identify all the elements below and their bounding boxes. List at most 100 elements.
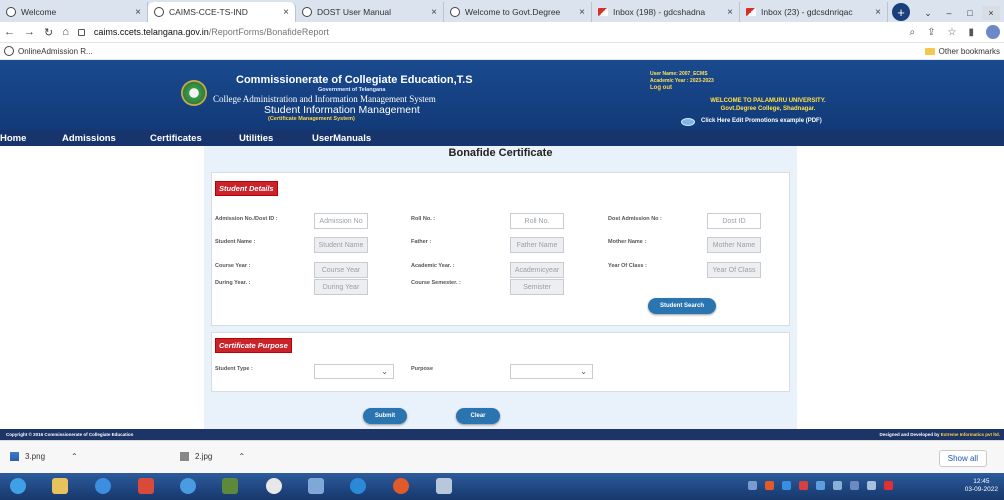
promotions-pdf-link[interactable]: Click Here Edit Promotions example (PDF) [701,118,822,124]
show-all-button[interactable]: Show all [938,450,987,467]
close-tab-icon[interactable]: × [727,7,733,18]
close-tab-icon[interactable]: × [431,7,437,18]
tray-icon[interactable] [782,481,791,490]
tray-icon[interactable] [765,481,774,490]
home-icon[interactable]: ⌂ [62,26,69,38]
chevron-up-icon[interactable]: ⌃ [71,452,78,461]
address-bar[interactable]: caims.ccets.telangana.gov.in/ReportForms… [94,27,901,37]
site-header: Commissionerate of Collegiate Education,… [0,60,1004,130]
year-of-class-label: Year Of Class : [608,263,647,269]
app-icon[interactable] [308,478,324,494]
tab-search-icon[interactable]: ⌄ [919,6,937,20]
father-label: Father : [411,239,432,245]
globe-icon [154,7,164,17]
close-tab-icon[interactable]: × [579,7,585,18]
site-subtitle-sims: Student Information Management [264,104,420,116]
media-player-icon[interactable] [138,478,154,494]
browser-tab[interactable]: DOST User Manual × [296,2,444,22]
academic-year-label: Academic Year. : [411,263,455,269]
reload-icon[interactable]: ↻ [44,26,53,39]
excel-icon[interactable] [222,478,238,494]
volume-icon[interactable] [867,481,876,490]
minimize-icon[interactable]: – [940,6,958,20]
tray-icon[interactable] [833,481,842,490]
student-name-label: Student Name : [215,239,256,245]
main-nav: Home Admissions Certificates Utilities U… [0,130,1004,146]
student-type-select[interactable]: ⌄ [314,364,394,379]
browser-icon[interactable] [180,478,196,494]
chevron-down-icon: ⌄ [381,367,388,376]
pdf-link-icon[interactable] [681,118,695,126]
browser-tab[interactable]: Welcome × [0,2,148,22]
close-tab-icon[interactable]: × [875,7,881,18]
page-title: Bonafide Certificate [448,147,553,159]
sidebar-icon[interactable]: ▮ [968,27,974,38]
downloads-bar: 3.png ⌃ 2.jpg ⌃ Show all [0,440,1004,473]
tray-icon[interactable] [748,481,757,490]
internet-explorer-icon[interactable] [95,478,111,494]
lock-icon[interactable] [77,28,85,36]
window-controls: ⌄ – □ × [919,4,1004,22]
file-explorer-icon[interactable] [52,478,68,494]
browser-toolbar: ← → ↻ ⌂ caims.ccets.telangana.gov.in/Rep… [0,22,1004,43]
new-tab-button[interactable]: + [892,3,910,21]
bookmark-item[interactable]: OnlineAdmission R... [4,46,93,56]
close-tab-icon[interactable]: × [283,7,289,18]
globe-icon [302,7,312,17]
submit-button[interactable]: Submit [363,408,407,424]
student-details-heading: Student Details [215,181,278,196]
download-item[interactable]: 2.jpg ⌃ [180,452,245,461]
clear-button[interactable]: Clear [456,408,500,424]
back-icon[interactable]: ← [4,26,15,38]
nav-home[interactable]: Home [0,133,26,144]
tray-icon[interactable] [799,481,808,490]
chrome-icon[interactable] [266,478,282,494]
admission-no-label: Admission No./Dost ID : [215,216,278,222]
download-item[interactable]: 3.png ⌃ [10,452,78,461]
tray-icon[interactable] [850,481,859,490]
father-name-field: Father Name [510,237,564,253]
maximize-icon[interactable]: □ [961,6,979,20]
forward-icon[interactable]: → [24,26,35,38]
close-window-icon[interactable]: × [982,6,1000,20]
browser-tab[interactable]: Inbox (198) - gdcshadna × [592,2,740,22]
edge-icon[interactable] [350,478,366,494]
dost-id-input[interactable]: Dost ID [707,213,761,229]
share-icon[interactable]: ⇪ [927,27,935,38]
browser-tab[interactable]: Welcome to Govt.Degree × [444,2,592,22]
firefox-icon[interactable] [393,478,409,494]
close-tab-icon[interactable]: × [135,7,141,18]
site-subtitle-caims: College Administration and Information M… [213,94,436,104]
other-bookmarks[interactable]: Other bookmarks [924,47,1000,56]
browser-tab[interactable]: Inbox (23) - gdcsdnriqac × [740,2,888,22]
star-icon[interactable]: ☆ [948,27,957,38]
student-search-button[interactable]: Student Search [648,298,716,314]
chevron-up-icon[interactable]: ⌃ [238,452,245,461]
nav-utilities[interactable]: Utilities [239,133,273,144]
notepad-icon[interactable] [436,478,452,494]
tray-icon[interactable] [816,481,825,490]
system-tray [748,481,893,490]
roll-no-input[interactable]: Roll No. [510,213,564,229]
start-icon[interactable] [10,478,26,494]
clock[interactable]: 12:45 03-09-2022 [965,478,998,494]
profile-avatar[interactable] [986,25,1000,39]
nav-certificates[interactable]: Certificates [150,133,202,144]
content-area: Bonafide Certificate Student Details Adm… [0,146,1004,429]
globe-icon [450,7,460,17]
mother-name-field: Mother Name [707,237,761,253]
during-year-label: During Year. : [215,280,251,286]
course-year-field: Course Year [314,262,368,278]
purpose-select[interactable]: ⌄ [510,364,593,379]
zoom-icon[interactable]: ⌕ [910,27,916,38]
logout-link[interactable]: Log out [650,85,672,91]
nav-admissions[interactable]: Admissions [62,133,116,144]
browser-tab-active[interactable]: CAIMS-CCE-TS-IND × [148,2,296,22]
course-year-label: Course Year : [215,263,251,269]
folder-icon [924,47,935,55]
file-icon [180,452,189,461]
nav-usermanuals[interactable]: UserManuals [312,133,371,144]
admission-no-input[interactable]: Admission No [314,213,368,229]
browser-tabstrip: Welcome × CAIMS-CCE-TS-IND × DOST User Man… [0,0,1004,22]
notification-icon[interactable] [884,481,893,490]
